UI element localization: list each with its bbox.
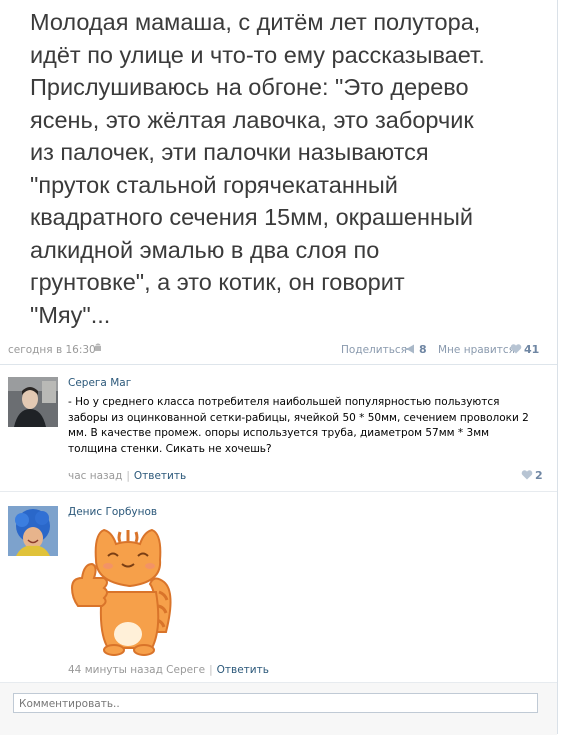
post-meta-bar: сегодня в 16:30 Поделиться 8 Мне нравитс…	[0, 336, 557, 365]
avatar-photo-icon	[8, 377, 58, 427]
comment-footer: 44 минуты назад Сереге | Ответить	[68, 664, 269, 676]
avatar[interactable]	[8, 506, 58, 556]
comment-author[interactable]: Денис Горбунов	[68, 506, 157, 518]
cat-sticker	[70, 528, 172, 656]
post-text: Молодая мамаша, с дитём лет полутора, ид…	[30, 9, 485, 328]
comment-author[interactable]: Серега Маг	[68, 377, 131, 389]
android-icon	[95, 343, 101, 351]
comment-item: Серега Маг - Но у среднего класса потреб…	[0, 365, 557, 492]
wall-post: Молодая мамаша, с дитём лет полутора, ид…	[0, 0, 558, 735]
comment-time[interactable]: 44 минуты назад Сереге	[68, 664, 205, 676]
share-button[interactable]: Поделиться	[341, 344, 407, 356]
separator: |	[209, 664, 213, 676]
comment-item: Денис Горбунов 44 минуты назад Сереге | От…	[0, 492, 557, 682]
post-time[interactable]: сегодня в 16:30	[8, 344, 96, 356]
comment-time[interactable]: час назад	[68, 470, 122, 482]
megaphone-icon	[405, 344, 414, 354]
heart-icon[interactable]	[510, 344, 522, 354]
separator: |	[126, 470, 130, 482]
reply-button[interactable]: Ответить	[134, 470, 186, 482]
like-count: 41	[524, 343, 540, 356]
comment-form: Комментировать..	[0, 682, 557, 735]
comment-input[interactable]: Комментировать..	[13, 693, 538, 713]
avatar-photo-icon	[8, 506, 58, 556]
avatar[interactable]	[8, 377, 58, 427]
reply-button[interactable]: Ответить	[217, 664, 269, 676]
comment-footer: час назад | Ответить	[68, 470, 186, 482]
comment-like-count: 2	[535, 469, 543, 482]
comment-text: - Но у среднего класса потребителя наибо…	[68, 396, 529, 455]
like-button[interactable]: Мне нравится	[438, 344, 515, 356]
heart-icon[interactable]	[521, 470, 533, 480]
share-count: 8	[419, 343, 427, 356]
